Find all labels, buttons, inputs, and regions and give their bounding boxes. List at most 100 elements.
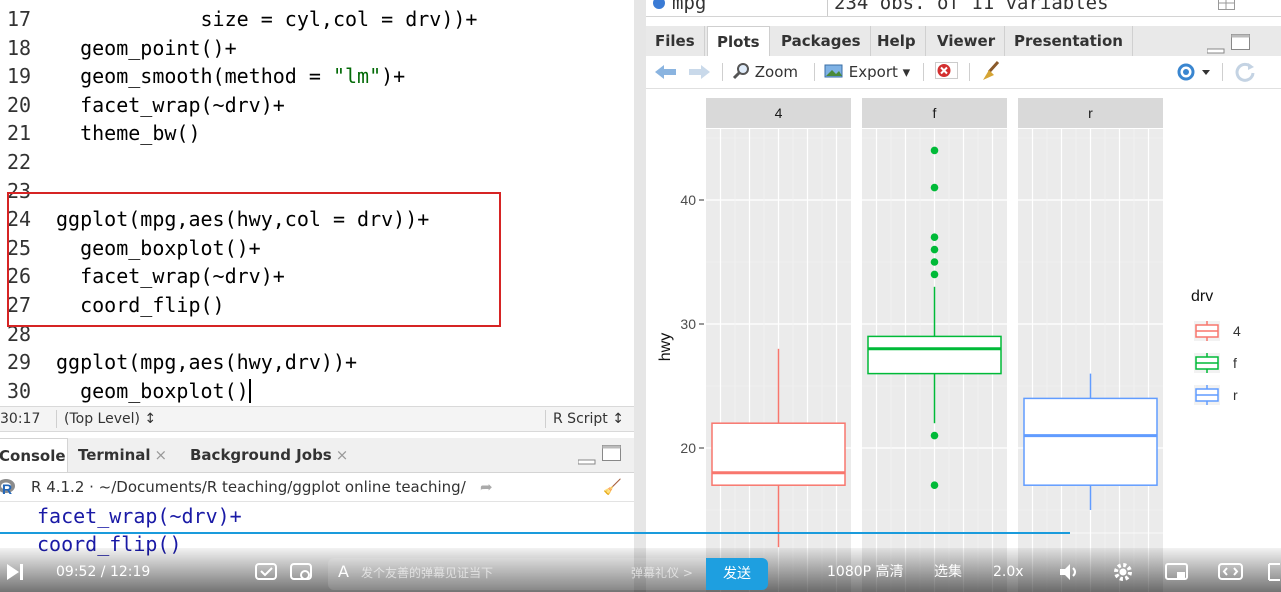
code-line[interactable]: 17 size = cyl,col = drv))+ [0, 5, 634, 33]
text-cursor [248, 378, 251, 403]
broom-icon[interactable]: 🧹 [603, 473, 622, 501]
code-text: theme_bw() [56, 121, 201, 146]
tab-viewer[interactable]: Viewer [928, 26, 1006, 56]
send-button[interactable]: 发送 [706, 558, 768, 590]
box [867, 335, 1002, 375]
refresh-icon[interactable] [1234, 61, 1256, 87]
widescreen-icon[interactable] [1218, 562, 1244, 586]
close-icon[interactable]: × [336, 446, 349, 464]
tab-files[interactable]: Files [646, 26, 705, 56]
outlier-point [930, 481, 939, 490]
danmaku-placeholder: 发个友善的弹幕见证当下 [361, 566, 494, 580]
share-arrow-icon[interactable]: ➦ [480, 473, 493, 501]
zoom-button[interactable]: Zoom [732, 56, 798, 88]
legend-label: f [1233, 355, 1237, 371]
volume-icon[interactable] [1058, 562, 1080, 586]
code-line[interactable]: 30 geom_boxplot() [0, 377, 634, 405]
code-line[interactable]: 20 facet_wrap(~drv)+ [0, 91, 634, 119]
tab-packages[interactable]: Packages [772, 26, 871, 56]
facet-strip-label: f [933, 105, 937, 121]
y-tick-label: 30 [680, 316, 696, 332]
outlier-point [930, 183, 939, 192]
tab-presentation[interactable]: Presentation [1005, 26, 1133, 56]
forward-arrow-icon[interactable] [689, 64, 711, 84]
box [1023, 397, 1158, 486]
back-arrow-icon[interactable] [655, 64, 677, 84]
outlier-point [930, 431, 939, 440]
line-number: 18 [7, 35, 32, 60]
maximize-icon[interactable] [1231, 34, 1251, 55]
y-axis-label: hwy [657, 333, 674, 361]
export-label: Export ▾ [848, 63, 911, 81]
tab-terminal-label: Terminal [78, 446, 151, 464]
episodes-button[interactable]: 选集 [934, 560, 962, 584]
quality-selector[interactable]: 1080P 高清 [827, 560, 904, 584]
env-expand-icon[interactable] [652, 0, 666, 14]
box [711, 422, 846, 486]
tab-files-label: Files [655, 32, 695, 50]
tab-help[interactable]: Help [868, 26, 926, 56]
code-text: facet_wrap(~drv)+ [56, 92, 285, 117]
speed-selector[interactable]: 2.0x [993, 560, 1024, 584]
export-image-icon [824, 63, 849, 81]
outlier-point [930, 258, 939, 266]
code-text: geom_boxplot() [56, 378, 249, 403]
env-var-name: mpg [672, 0, 707, 14]
code-line[interactable]: 22 [0, 148, 634, 176]
fullscreen-icon[interactable] [1268, 562, 1281, 586]
danmaku-style-icon[interactable]: A [338, 562, 349, 581]
tab-presentation-label: Presentation [1014, 32, 1123, 50]
grid-view-icon[interactable] [1218, 0, 1236, 15]
danmaku-settings-icon[interactable] [290, 562, 314, 586]
files-pane-tabs: Files Plots Packages Help Viewer Present… [646, 26, 1281, 57]
pane-splitter[interactable] [634, 0, 646, 592]
outlier-point [930, 270, 939, 279]
minimize-icon[interactable] [577, 450, 596, 469]
play-icon[interactable] [4, 562, 24, 586]
tab-background-jobs[interactable]: Background Jobs × [180, 438, 358, 472]
line-number: 30 [7, 378, 32, 403]
zoom-label: Zoom [754, 63, 799, 81]
maximize-icon[interactable] [602, 445, 622, 466]
code-text: geom_point()+ [56, 35, 237, 60]
publish-icon[interactable] [1176, 62, 1212, 86]
file-type-selector[interactable]: R Script ↕ [553, 407, 624, 431]
code-text: size = cyl,col = drv))+ [56, 7, 478, 31]
boxplot-chart: hwy2030404 f rdrv4fr [657, 98, 1241, 592]
legend-label: 4 [1233, 323, 1241, 339]
export-button[interactable]: Export ▾ [824, 56, 910, 88]
tab-console-label: Console [0, 447, 66, 465]
code-editor[interactable]: 17 size = cyl,col = drv))+ 18 geom_point(… [0, 0, 634, 406]
tab-console[interactable]: Console [0, 438, 68, 472]
tab-viewer-label: Viewer [937, 32, 996, 50]
danmaku-etiquette-link[interactable]: 弹幕礼仪 > [631, 564, 693, 581]
tab-plots[interactable]: Plots [707, 26, 770, 57]
editor-status-bar: 30:17 (Top Level) ↕ R Script ↕ [0, 406, 634, 432]
remove-plot-icon[interactable] [935, 62, 959, 84]
tab-terminal[interactable]: Terminal × [68, 438, 177, 472]
line-number: 22 [7, 150, 32, 174]
code-line[interactable]: 21 theme_bw() [0, 119, 634, 147]
settings-gear-icon[interactable] [1112, 561, 1134, 587]
facet-strip-label: 4 [775, 105, 783, 121]
legend-label: r [1233, 387, 1238, 403]
danmaku-toggle-icon[interactable] [255, 562, 279, 586]
close-icon[interactable]: × [155, 446, 168, 464]
broom-icon[interactable] [980, 60, 1002, 86]
code-line[interactable]: 29 ggplot(mpg,aes(hwy,drv))+ [0, 348, 634, 376]
outlier-point [930, 245, 939, 254]
code-line[interactable]: 18 geom_point()+ [0, 34, 634, 62]
danmaku-input[interactable]: A 发个友善的弹幕见证当下 弹幕礼仪 > [328, 558, 706, 590]
picture-in-picture-icon[interactable] [1165, 562, 1189, 586]
tab-packages-label: Packages [781, 32, 861, 50]
scope-selector[interactable]: (Top Level) ↕ [64, 407, 156, 431]
code-text: ggplot(mpg,aes(hwy,drv))+ [56, 350, 358, 375]
r-logo-icon: R [0, 477, 16, 506]
code-line[interactable]: 19 geom_smooth(method = "lm")+ [0, 62, 634, 90]
plot-viewer[interactable]: hwy 20 30 40 4 f r drv 4 f r [646, 89, 1281, 592]
tab-background-jobs-label: Background Jobs [190, 446, 332, 464]
console-path-bar: R R 4.1.2 · ~/Documents/R teaching/ggplo… [0, 473, 634, 502]
facet-strip-label: r [1088, 105, 1093, 121]
environment-row: mpg 234 obs. of 11 variables [646, 0, 1281, 17]
console-line: facet_wrap(~drv)+ [37, 504, 242, 528]
